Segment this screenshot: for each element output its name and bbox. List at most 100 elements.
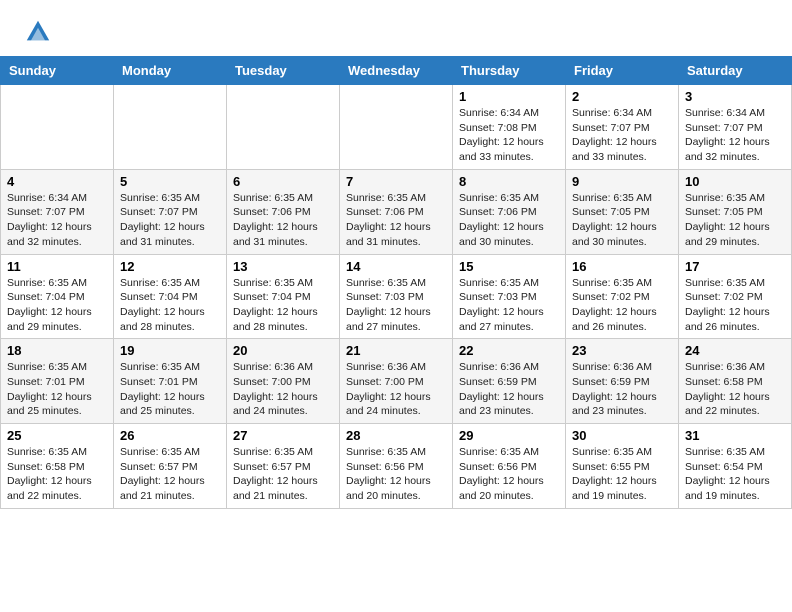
- calendar-week-row: 4Sunrise: 6:34 AMSunset: 7:07 PMDaylight…: [1, 169, 792, 254]
- calendar-day-header: Wednesday: [340, 57, 453, 85]
- day-number: 2: [572, 89, 672, 104]
- day-number: 26: [120, 428, 220, 443]
- calendar-cell: 16 Sunrise: 6:35 AMSunset: 7:02 PMDayligh…: [566, 254, 679, 339]
- day-info: Sunrise: 6:35 AMSunset: 7:02 PMDaylight:…: [685, 276, 785, 335]
- calendar-cell: 31 Sunrise: 6:35 AMSunset: 6:54 PMDayligh…: [679, 424, 792, 509]
- calendar-cell: 5 Sunrise: 6:35 AMSunset: 7:07 PMDaylight…: [114, 169, 227, 254]
- day-info: Sunrise: 6:35 AMSunset: 6:57 PMDaylight:…: [120, 445, 220, 504]
- page-header: [0, 0, 792, 56]
- day-info: Sunrise: 6:35 AMSunset: 7:05 PMDaylight:…: [685, 191, 785, 250]
- day-info: Sunrise: 6:35 AMSunset: 7:06 PMDaylight:…: [233, 191, 333, 250]
- calendar-cell: [227, 85, 340, 170]
- calendar-day-header: Tuesday: [227, 57, 340, 85]
- day-info: Sunrise: 6:35 AMSunset: 7:04 PMDaylight:…: [233, 276, 333, 335]
- day-number: 10: [685, 174, 785, 189]
- calendar-cell: 21Sunrise: 6:36 AMSunset: 7:00 PMDayligh…: [340, 339, 453, 424]
- day-number: 23: [572, 343, 672, 358]
- calendar-cell: 18 Sunrise: 6:35 AMSunset: 7:01 PMDayligh…: [1, 339, 114, 424]
- day-info: Sunrise: 6:34 AMSunset: 7:07 PMDaylight:…: [685, 106, 785, 165]
- day-number: 14: [346, 259, 446, 274]
- calendar-cell: 2 Sunrise: 6:34 AMSunset: 7:07 PMDaylight…: [566, 85, 679, 170]
- day-info: Sunrise: 6:35 AMSunset: 7:04 PMDaylight:…: [120, 276, 220, 335]
- day-info: Sunrise: 6:35 AMSunset: 7:02 PMDaylight:…: [572, 276, 672, 335]
- calendar-body: 1Sunrise: 6:34 AMSunset: 7:08 PMDaylight…: [1, 85, 792, 509]
- day-info: Sunrise: 6:34 AMSunset: 7:07 PMDaylight:…: [7, 191, 107, 250]
- calendar-week-row: 25 Sunrise: 6:35 AMSunset: 6:58 PMDayligh…: [1, 424, 792, 509]
- logo-icon: [24, 18, 52, 46]
- day-info: Sunrise: 6:36 AMSunset: 7:00 PMDaylight:…: [346, 360, 446, 419]
- calendar-day-header: Sunday: [1, 57, 114, 85]
- day-number: 22: [459, 343, 559, 358]
- calendar-cell: 30 Sunrise: 6:35 AMSunset: 6:55 PMDayligh…: [566, 424, 679, 509]
- calendar-cell: 12 Sunrise: 6:35 AMSunset: 7:04 PMDayligh…: [114, 254, 227, 339]
- calendar-cell: 8Sunrise: 6:35 AMSunset: 7:06 PMDaylight…: [453, 169, 566, 254]
- day-number: 12: [120, 259, 220, 274]
- day-info: Sunrise: 6:35 AMSunset: 7:01 PMDaylight:…: [120, 360, 220, 419]
- day-info: Sunrise: 6:36 AMSunset: 6:59 PMDaylight:…: [459, 360, 559, 419]
- calendar-cell: [340, 85, 453, 170]
- day-number: 25: [7, 428, 107, 443]
- day-number: 3: [685, 89, 785, 104]
- day-info: Sunrise: 6:36 AMSunset: 7:00 PMDaylight:…: [233, 360, 333, 419]
- day-number: 8: [459, 174, 559, 189]
- day-info: Sunrise: 6:35 AMSunset: 6:56 PMDaylight:…: [459, 445, 559, 504]
- calendar-cell: [114, 85, 227, 170]
- calendar-cell: 15 Sunrise: 6:35 AMSunset: 7:03 PMDayligh…: [453, 254, 566, 339]
- day-info: Sunrise: 6:35 AMSunset: 7:06 PMDaylight:…: [346, 191, 446, 250]
- calendar-cell: 7 Sunrise: 6:35 AMSunset: 7:06 PMDaylight…: [340, 169, 453, 254]
- day-number: 20: [233, 343, 333, 358]
- calendar-cell: 9 Sunrise: 6:35 AMSunset: 7:05 PMDaylight…: [566, 169, 679, 254]
- day-info: Sunrise: 6:35 AMSunset: 6:54 PMDaylight:…: [685, 445, 785, 504]
- calendar-cell: 17 Sunrise: 6:35 AMSunset: 7:02 PMDayligh…: [679, 254, 792, 339]
- calendar-cell: 3 Sunrise: 6:34 AMSunset: 7:07 PMDaylight…: [679, 85, 792, 170]
- calendar-week-row: 18 Sunrise: 6:35 AMSunset: 7:01 PMDayligh…: [1, 339, 792, 424]
- day-info: Sunrise: 6:36 AMSunset: 6:59 PMDaylight:…: [572, 360, 672, 419]
- day-info: Sunrise: 6:35 AMSunset: 6:56 PMDaylight:…: [346, 445, 446, 504]
- calendar-table: SundayMondayTuesdayWednesdayThursdayFrid…: [0, 56, 792, 509]
- calendar-cell: 28 Sunrise: 6:35 AMSunset: 6:56 PMDayligh…: [340, 424, 453, 509]
- day-number: 31: [685, 428, 785, 443]
- day-number: 16: [572, 259, 672, 274]
- day-number: 6: [233, 174, 333, 189]
- day-number: 13: [233, 259, 333, 274]
- day-info: Sunrise: 6:36 AMSunset: 6:58 PMDaylight:…: [685, 360, 785, 419]
- calendar-cell: 23 Sunrise: 6:36 AMSunset: 6:59 PMDayligh…: [566, 339, 679, 424]
- calendar-cell: [1, 85, 114, 170]
- day-info: Sunrise: 6:35 AMSunset: 6:55 PMDaylight:…: [572, 445, 672, 504]
- calendar-day-header: Saturday: [679, 57, 792, 85]
- calendar-day-header: Monday: [114, 57, 227, 85]
- day-info: Sunrise: 6:35 AMSunset: 7:01 PMDaylight:…: [7, 360, 107, 419]
- day-info: Sunrise: 6:35 AMSunset: 7:07 PMDaylight:…: [120, 191, 220, 250]
- calendar-cell: 6 Sunrise: 6:35 AMSunset: 7:06 PMDaylight…: [227, 169, 340, 254]
- calendar-cell: 22 Sunrise: 6:36 AMSunset: 6:59 PMDayligh…: [453, 339, 566, 424]
- calendar-cell: 11 Sunrise: 6:35 AMSunset: 7:04 PMDayligh…: [1, 254, 114, 339]
- day-number: 5: [120, 174, 220, 189]
- day-info: Sunrise: 6:34 AMSunset: 7:08 PMDaylight:…: [459, 106, 559, 165]
- day-number: 7: [346, 174, 446, 189]
- calendar-cell: 24 Sunrise: 6:36 AMSunset: 6:58 PMDayligh…: [679, 339, 792, 424]
- calendar-cell: 25 Sunrise: 6:35 AMSunset: 6:58 PMDayligh…: [1, 424, 114, 509]
- day-number: 9: [572, 174, 672, 189]
- day-info: Sunrise: 6:35 AMSunset: 7:04 PMDaylight:…: [7, 276, 107, 335]
- calendar-cell: 4Sunrise: 6:34 AMSunset: 7:07 PMDaylight…: [1, 169, 114, 254]
- day-info: Sunrise: 6:35 AMSunset: 7:05 PMDaylight:…: [572, 191, 672, 250]
- day-number: 18: [7, 343, 107, 358]
- day-number: 28: [346, 428, 446, 443]
- day-number: 24: [685, 343, 785, 358]
- day-info: Sunrise: 6:35 AMSunset: 7:03 PMDaylight:…: [459, 276, 559, 335]
- calendar-week-row: 11 Sunrise: 6:35 AMSunset: 7:04 PMDayligh…: [1, 254, 792, 339]
- day-number: 17: [685, 259, 785, 274]
- calendar-week-row: 1Sunrise: 6:34 AMSunset: 7:08 PMDaylight…: [1, 85, 792, 170]
- calendar-header-row: SundayMondayTuesdayWednesdayThursdayFrid…: [1, 57, 792, 85]
- calendar-cell: 10 Sunrise: 6:35 AMSunset: 7:05 PMDayligh…: [679, 169, 792, 254]
- day-number: 30: [572, 428, 672, 443]
- calendar-cell: 20 Sunrise: 6:36 AMSunset: 7:00 PMDayligh…: [227, 339, 340, 424]
- day-number: 15: [459, 259, 559, 274]
- day-info: Sunrise: 6:35 AMSunset: 6:58 PMDaylight:…: [7, 445, 107, 504]
- calendar-day-header: Thursday: [453, 57, 566, 85]
- day-number: 19: [120, 343, 220, 358]
- day-info: Sunrise: 6:34 AMSunset: 7:07 PMDaylight:…: [572, 106, 672, 165]
- calendar-cell: 27Sunrise: 6:35 AMSunset: 6:57 PMDayligh…: [227, 424, 340, 509]
- day-number: 11: [7, 259, 107, 274]
- calendar-cell: 29Sunrise: 6:35 AMSunset: 6:56 PMDayligh…: [453, 424, 566, 509]
